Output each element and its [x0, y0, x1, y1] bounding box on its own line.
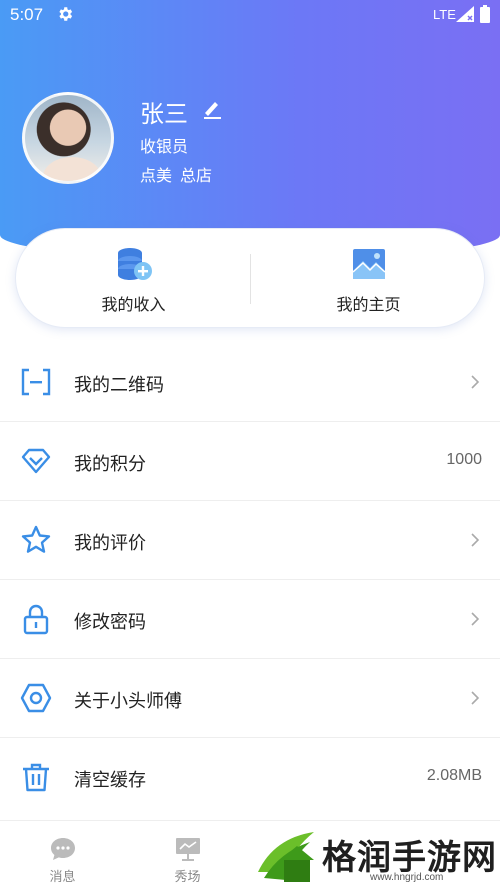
menu-label: 关于小头师傅	[74, 691, 182, 712]
homepage-image-icon	[351, 249, 385, 279]
points-value: 1000	[446, 451, 482, 468]
battery-icon	[480, 5, 490, 23]
watermark-url: www.hngrjd.com	[370, 872, 444, 883]
my-homepage-label: 我的主页	[336, 295, 401, 314]
my-homepage-button[interactable]: 我的主页	[251, 229, 486, 329]
cache-size-value: 2.08MB	[426, 767, 482, 784]
avatar[interactable]	[22, 92, 114, 184]
store-name: 总店	[180, 166, 213, 185]
chevron-right-icon	[471, 612, 480, 626]
star-icon	[21, 525, 51, 553]
menu-item-qr-code[interactable]: 我的二维码	[0, 343, 500, 422]
signal-icon	[456, 6, 474, 22]
menu-item-clear-cache[interactable]: 清空缓存 2.08MB	[0, 738, 500, 817]
watermark-logo-icon	[258, 832, 314, 882]
store-brand: 点美	[140, 166, 173, 185]
lock-icon	[23, 604, 49, 635]
user-store: 点美 总店	[140, 162, 220, 186]
tab-messages[interactable]: 消息	[0, 821, 125, 889]
income-coins-icon	[117, 248, 152, 280]
diamond-icon	[21, 448, 51, 474]
watermark: 格润手游网 www.hngrjd.com	[250, 826, 500, 889]
menu-item-points[interactable]: 我的积分 1000	[0, 422, 500, 501]
network-type: LTE	[433, 7, 456, 22]
quick-actions-card: 我的收入 我的主页	[15, 228, 485, 328]
edit-pencil-icon[interactable]	[202, 98, 222, 120]
menu-label: 修改密码	[74, 612, 146, 633]
menu-label: 清空缓存	[74, 770, 146, 791]
menu-label: 我的二维码	[74, 375, 164, 396]
chevron-right-icon	[471, 691, 480, 705]
tab-label: 消息	[49, 870, 76, 885]
menu-item-change-password[interactable]: 修改密码	[0, 580, 500, 659]
settings-menu: 我的二维码 我的积分 1000 我的评价 修改密码 关于小头师傅 清空缓存 2.…	[0, 343, 500, 817]
settings-gear-icon	[59, 7, 73, 21]
avatar-shoulder	[43, 157, 101, 181]
my-income-button[interactable]: 我的收入	[16, 229, 251, 329]
tab-showroom[interactable]: 秀场	[125, 821, 250, 889]
trash-icon	[23, 763, 49, 792]
showroom-icon	[175, 838, 200, 861]
user-name: 张三	[140, 100, 188, 128]
user-role: 收银员	[140, 137, 189, 156]
profile-header: 5:07 LTE 张三 收银员 点美 总店	[0, 0, 500, 260]
menu-label: 我的评价	[74, 533, 146, 554]
qr-code-icon	[21, 368, 51, 396]
status-bar: 5:07 LTE	[0, 0, 500, 30]
chevron-right-icon	[471, 375, 480, 389]
tab-label: 秀场	[174, 870, 201, 885]
menu-item-about[interactable]: 关于小头师傅	[0, 659, 500, 738]
status-time: 5:07	[10, 5, 44, 24]
message-icon	[50, 838, 75, 860]
menu-item-reviews[interactable]: 我的评价	[0, 501, 500, 580]
chevron-right-icon	[471, 533, 480, 547]
hexagon-icon	[20, 683, 52, 713]
menu-label: 我的积分	[74, 454, 146, 475]
my-income-label: 我的收入	[101, 295, 166, 314]
